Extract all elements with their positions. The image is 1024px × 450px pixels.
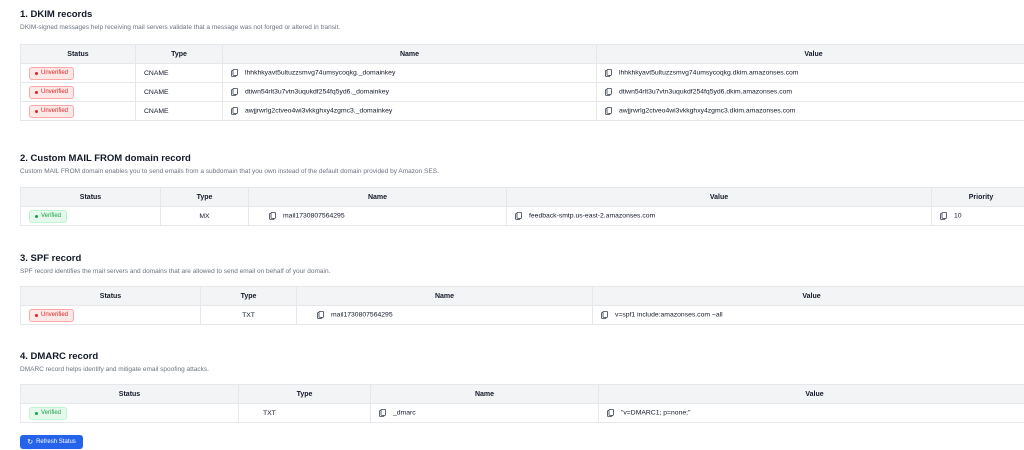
table-header-row: Status Type Name Value <box>20 44 1024 64</box>
table-row: Unverified TXT mail1730807564295 v=spf1 … <box>20 305 1024 325</box>
column-header-value: Value <box>506 187 932 207</box>
copy-icon[interactable] <box>231 107 238 115</box>
column-header-status: Status <box>20 384 239 404</box>
column-header-name: Name <box>370 384 599 404</box>
column-header-type: Type <box>135 44 223 64</box>
record-type: TXT <box>238 403 371 423</box>
copy-icon[interactable] <box>231 88 238 96</box>
record-name: lhhkhkyavt5ultuzzsmvg74umsycoqkg._domain… <box>245 69 396 77</box>
spf-table: Status Type Name Value Unverified TXT ma… <box>20 286 1024 325</box>
column-header-name: Name <box>222 44 597 64</box>
copy-icon[interactable] <box>607 409 614 417</box>
table-header-row: Status Type Name Value <box>20 384 1024 404</box>
status-badge: Unverified <box>29 308 75 322</box>
status-badge: Unverified <box>29 66 75 80</box>
spf-section: 3. SPF record SPF record identifies the … <box>20 253 330 276</box>
copy-icon[interactable] <box>269 212 276 220</box>
record-priority: 10 <box>954 212 962 220</box>
record-type: CNAME <box>135 63 223 83</box>
status-badge: Unverified <box>29 104 75 118</box>
record-value: v=spf1 include:amazonses.com ~all <box>615 311 723 319</box>
copy-icon[interactable] <box>231 69 238 77</box>
column-header-type: Type <box>200 286 297 306</box>
record-name: _dmarc <box>393 409 416 417</box>
copy-icon[interactable] <box>515 212 522 220</box>
column-header-value: Value <box>596 44 1024 64</box>
status-badge: Verified <box>29 406 68 420</box>
dkim-table: Status Type Name Value Unverified CNAME … <box>20 44 1024 121</box>
dmarc-description: DMARC record helps identify and mitigate… <box>20 366 209 373</box>
dkim-section: 1. DKIM records DKIM-signed messages hel… <box>20 9 340 32</box>
record-name: dtiwn54rlt3u7vtn3uqukdf254fq5yd6._domain… <box>245 88 389 96</box>
record-value: dtiwn54rlt3u7vtn3uqukdf254fq5yd6.dkim.am… <box>619 88 793 96</box>
mailfrom-description: Custom MAIL FROM domain enables you to s… <box>20 168 439 175</box>
column-header-value: Value <box>592 286 1024 306</box>
column-header-type: Type <box>160 187 249 207</box>
record-name: awjjrwrlg2ctveo4wi3vkkghxy4zgmc3._domain… <box>245 107 393 115</box>
copy-icon[interactable] <box>601 311 608 319</box>
status-badge: Verified <box>29 209 68 223</box>
record-name: mail1730807564295 <box>331 311 393 319</box>
column-header-value: Value <box>598 384 1024 404</box>
copy-icon[interactable] <box>605 107 612 115</box>
mailfrom-title: 2. Custom MAIL FROM domain record <box>20 153 191 164</box>
record-type: MX <box>160 206 249 226</box>
table-row: Unverified CNAME awjjrwrlg2ctveo4wi3vkkg… <box>20 101 1024 121</box>
record-value: lhhkhkyavt5ultuzzsmvg74umsycoqkg.dkim.am… <box>619 69 799 77</box>
record-type: TXT <box>200 305 297 325</box>
dmarc-section: 4. DMARC record DMARC record helps ident… <box>20 351 209 374</box>
copy-icon[interactable] <box>605 69 612 77</box>
copy-icon[interactable] <box>940 212 947 220</box>
table-row: Unverified CNAME lhhkhkyavt5ultuzzsmvg74… <box>20 63 1024 83</box>
record-name: mail1730807564295 <box>283 212 345 220</box>
record-type: CNAME <box>135 82 223 102</box>
column-header-status: Status <box>20 286 201 306</box>
table-row: Verified TXT _dmarc "v=DMARC1; p=none;" <box>20 403 1024 423</box>
record-value: awjjrwrlg2ctveo4wi3vkkghxy4zgmc3.dkim.am… <box>619 107 796 115</box>
spf-description: SPF record identifies the mail servers a… <box>20 268 331 275</box>
column-header-name: Name <box>248 187 507 207</box>
dmarc-table: Status Type Name Value Verified TXT _dma… <box>20 384 1024 423</box>
copy-icon[interactable] <box>317 311 324 319</box>
column-header-status: Status <box>20 187 161 207</box>
table-header-row: Status Type Name Value Priority <box>20 187 1024 207</box>
column-header-status: Status <box>20 44 136 64</box>
mailfrom-table: Status Type Name Value Priority Verified… <box>20 187 1024 226</box>
record-value: "v=DMARC1; p=none;" <box>621 409 691 417</box>
table-row: Verified MX mail1730807564295 feedback-s… <box>20 206 1024 226</box>
mailfrom-section: 2. Custom MAIL FROM domain record Custom… <box>20 153 439 176</box>
spf-title: 3. SPF record <box>20 253 82 264</box>
copy-icon[interactable] <box>379 409 386 417</box>
column-header-priority: Priority <box>931 187 1024 207</box>
table-header-row: Status Type Name Value <box>20 286 1024 306</box>
copy-icon[interactable] <box>605 88 612 96</box>
column-header-type: Type <box>238 384 371 404</box>
dkim-description: DKIM-signed messages help receiving mail… <box>20 24 341 31</box>
column-header-name: Name <box>296 286 593 306</box>
table-row: Unverified CNAME dtiwn54rlt3u7vtn3uqukdf… <box>20 82 1024 102</box>
record-type: CNAME <box>135 101 223 121</box>
refresh-status-label: Refresh Status <box>36 439 76 445</box>
refresh-status-button[interactable]: ↻ Refresh Status <box>20 435 83 449</box>
dmarc-title: 4. DMARC record <box>20 351 99 362</box>
dkim-title: 1. DKIM records <box>20 9 93 20</box>
status-badge: Unverified <box>29 85 75 99</box>
record-value: feedback-smtp.us-east-2.amazonses.com <box>529 212 656 220</box>
refresh-icon: ↻ <box>27 439 34 446</box>
